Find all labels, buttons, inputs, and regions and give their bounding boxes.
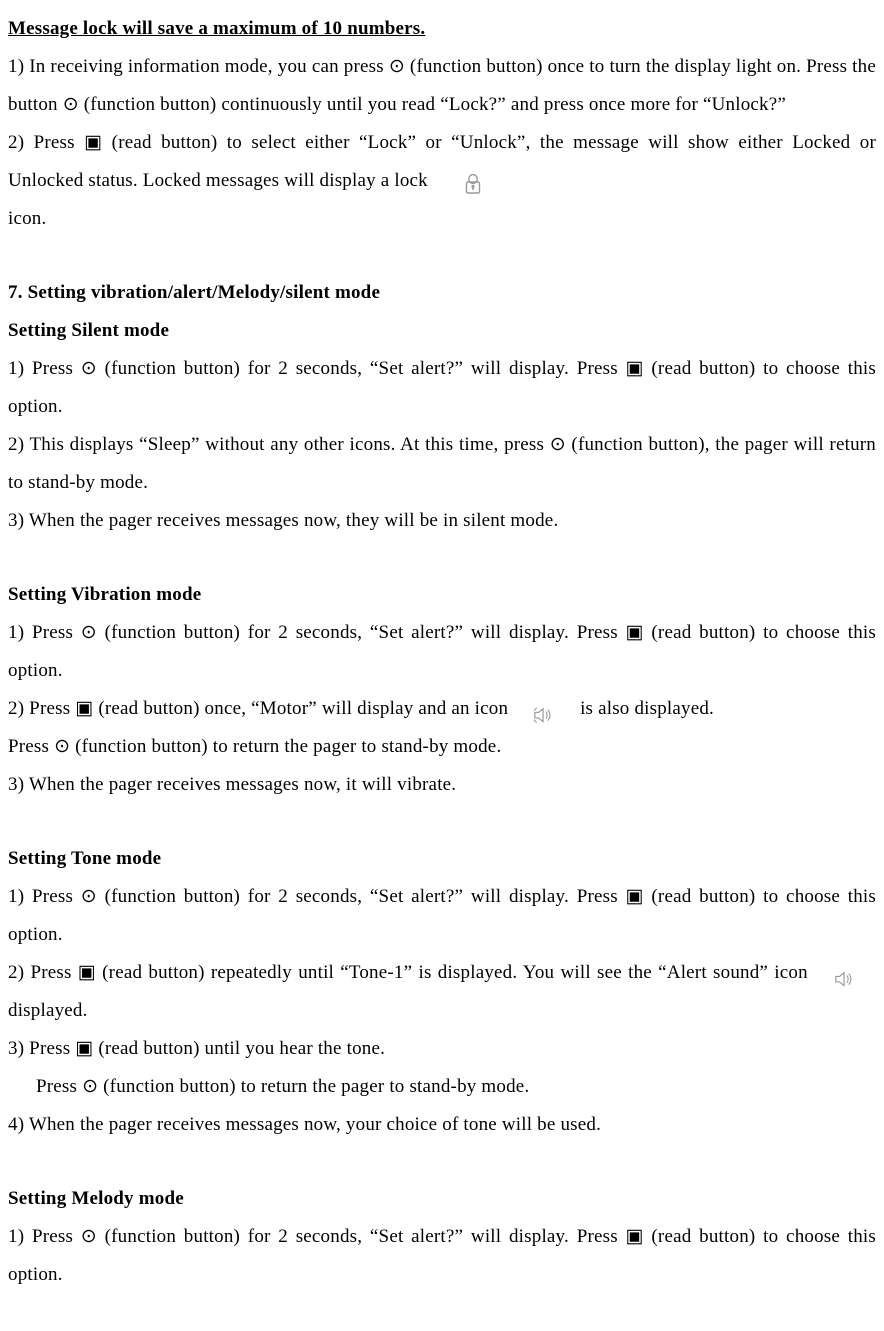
- tone-heading: Setting Tone mode: [8, 840, 876, 878]
- vibration-step-2: 2) Press ▣ (read button) once, “Motor” w…: [8, 690, 876, 728]
- vibration-step-1: 1) Press ⊙ (function button) for 2 secon…: [8, 614, 876, 690]
- tone-step-1: 1) Press ⊙ (function button) for 2 secon…: [8, 878, 876, 954]
- silent-step-3: 3) When the pager receives messages now,…: [8, 502, 876, 540]
- vibration-step-3: 3) When the pager receives messages now,…: [8, 766, 876, 804]
- lock-icon: [463, 172, 483, 192]
- alert-sound-icon: [834, 964, 856, 984]
- spacer: [8, 804, 876, 840]
- document-title: Message lock will save a maximum of 10 n…: [8, 10, 876, 48]
- tone-step-3b: Press ⊙ (function button) to return the …: [36, 1068, 876, 1106]
- silent-heading: Setting Silent mode: [8, 312, 876, 350]
- vibration-heading: Setting Vibration mode: [8, 576, 876, 614]
- vibration-step-2-text-b: is also displayed.: [580, 698, 714, 719]
- tone-step-2-text-a: 2) Press ▣ (read button) repeatedly unti…: [8, 962, 814, 983]
- lock-step-2-text-a: 2) Press ▣ (read button) to select eithe…: [8, 132, 876, 191]
- tone-step-2: 2) Press ▣ (read button) repeatedly unti…: [8, 954, 876, 1030]
- tone-step-2-text-b: displayed.: [8, 1000, 88, 1021]
- spacer: [8, 1144, 876, 1180]
- vibration-step-2-text-a: 2) Press ▣ (read button) once, “Motor” w…: [8, 698, 513, 719]
- melody-heading: Setting Melody mode: [8, 1180, 876, 1218]
- section-7-heading: 7. Setting vibration/alert/Melody/silent…: [8, 274, 876, 312]
- motor-speaker-icon: [533, 700, 555, 720]
- silent-step-2: 2) This displays “Sleep” without any oth…: [8, 426, 876, 502]
- tone-step-3a: 3) Press ▣ (read button) until you hear …: [8, 1030, 876, 1068]
- lock-step-1: 1) In receiving information mode, you ca…: [8, 48, 876, 124]
- melody-step-1: 1) Press ⊙ (function button) for 2 secon…: [8, 1218, 876, 1294]
- lock-step-2: 2) Press ▣ (read button) to select eithe…: [8, 124, 876, 200]
- spacer: [8, 238, 876, 274]
- lock-step-2-text-b: icon.: [8, 200, 876, 238]
- tone-step-4: 4) When the pager receives messages now,…: [8, 1106, 876, 1144]
- silent-step-1: 1) Press ⊙ (function button) for 2 secon…: [8, 350, 876, 426]
- spacer: [8, 540, 876, 576]
- vibration-step-2c: Press ⊙ (function button) to return the …: [8, 728, 876, 766]
